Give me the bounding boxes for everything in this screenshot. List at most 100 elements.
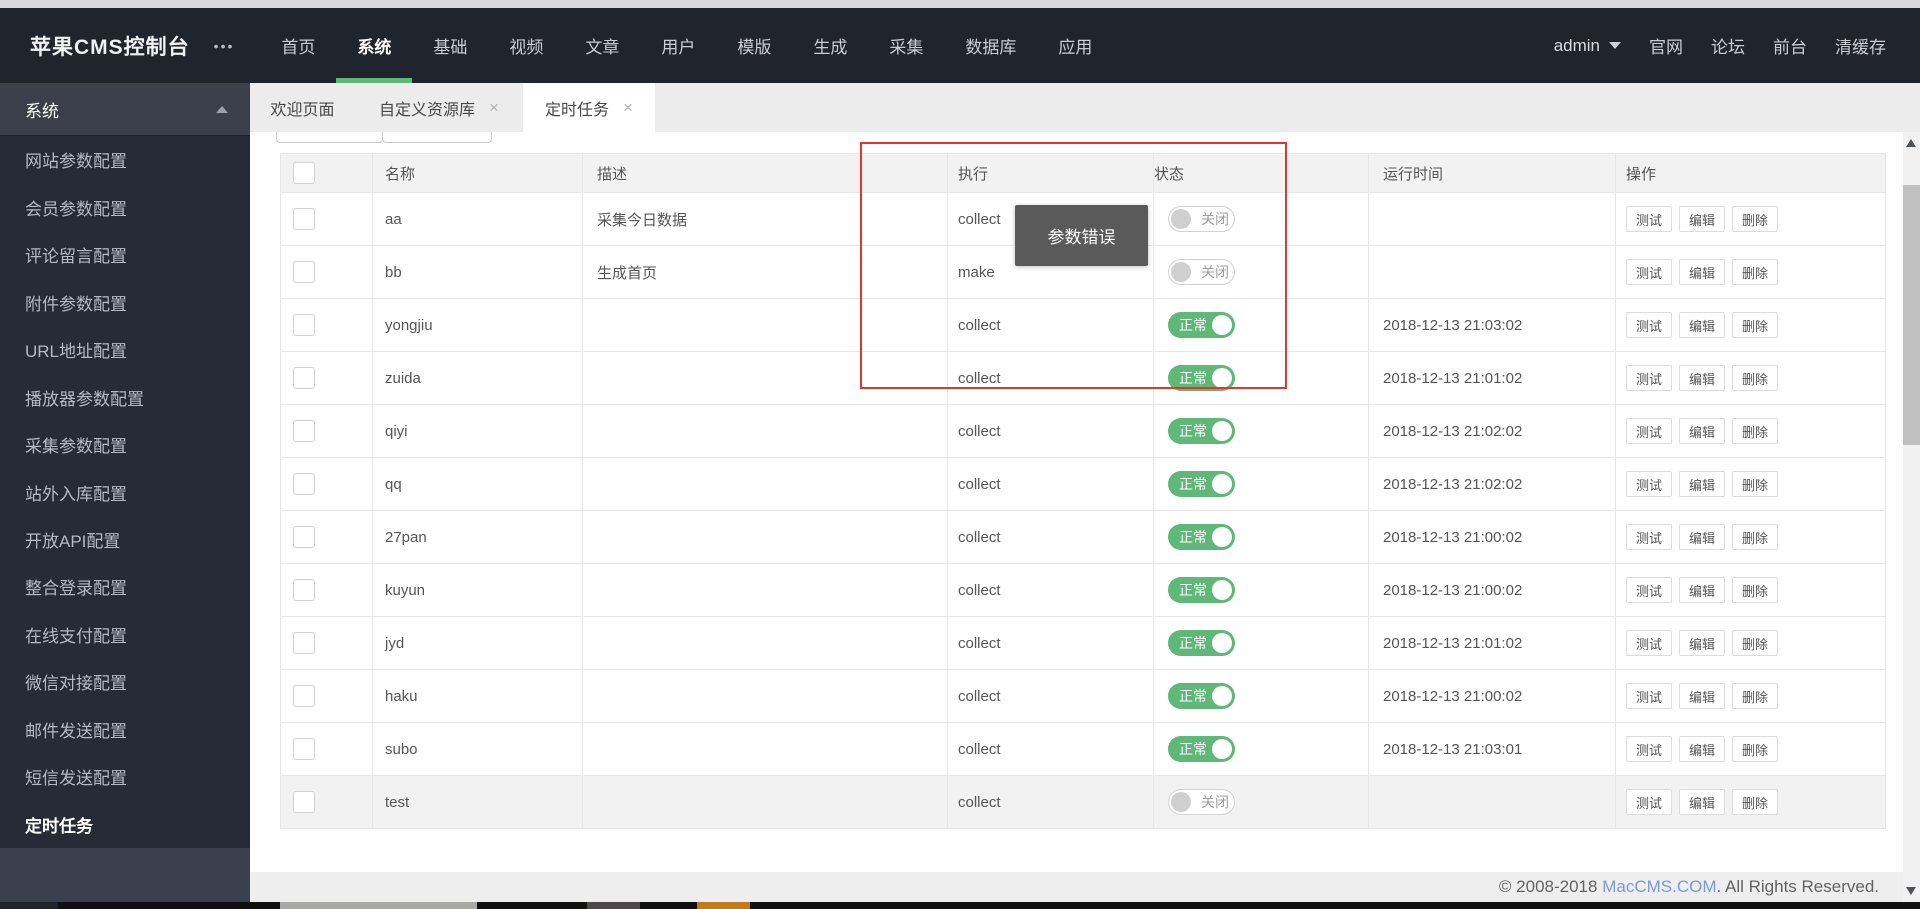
- status-toggle[interactable]: 正常: [1168, 577, 1235, 603]
- edit-button[interactable]: 编辑: [1679, 312, 1725, 338]
- delete-button[interactable]: 删除: [1732, 259, 1778, 285]
- edit-button[interactable]: 编辑: [1679, 577, 1725, 603]
- row-checkbox[interactable]: [293, 261, 315, 283]
- status-toggle[interactable]: 正常: [1168, 365, 1235, 391]
- edit-button[interactable]: 编辑: [1679, 630, 1725, 656]
- row-checkbox[interactable]: [293, 208, 315, 230]
- test-button[interactable]: 测试: [1626, 524, 1672, 550]
- delete-button[interactable]: 删除: [1732, 736, 1778, 762]
- delete-button[interactable]: 删除: [1732, 365, 1778, 391]
- sidebar-item-collect-params[interactable]: 采集参数配置: [0, 421, 250, 468]
- nav-item-basic[interactable]: 基础: [412, 8, 488, 83]
- sidebar-item-comment-config[interactable]: 评论留言配置: [0, 231, 250, 278]
- nav-item-user[interactable]: 用户: [640, 8, 716, 83]
- delete-button[interactable]: 删除: [1732, 577, 1778, 603]
- edit-button[interactable]: 编辑: [1679, 789, 1725, 815]
- sidebar-item-oauth-login[interactable]: 整合登录配置: [0, 563, 250, 610]
- status-toggle[interactable]: 正常: [1168, 736, 1235, 762]
- edit-button[interactable]: 编辑: [1679, 736, 1725, 762]
- delete-button[interactable]: 删除: [1732, 789, 1778, 815]
- clipped-toolbar-box-1[interactable]: [276, 132, 383, 143]
- delete-button[interactable]: 删除: [1732, 206, 1778, 232]
- status-toggle[interactable]: 正常: [1168, 312, 1235, 338]
- tab-scheduled-task[interactable]: 定时任务×: [523, 83, 655, 132]
- nav-item-home[interactable]: 首页: [260, 8, 336, 83]
- select-all-checkbox[interactable]: [293, 162, 315, 184]
- nav-item-article[interactable]: 文章: [564, 8, 640, 83]
- scrollbar-thumb[interactable]: [1903, 185, 1920, 445]
- maccms-link[interactable]: MacCMS.COM: [1602, 877, 1716, 897]
- sidebar-item-offsite-db[interactable]: 站外入库配置: [0, 468, 250, 515]
- test-button[interactable]: 测试: [1626, 577, 1672, 603]
- test-button[interactable]: 测试: [1626, 418, 1672, 444]
- row-checkbox[interactable]: [293, 420, 315, 442]
- row-checkbox[interactable]: [293, 632, 315, 654]
- sidebar-item-email-send[interactable]: 邮件发送配置: [0, 706, 250, 753]
- test-button[interactable]: 测试: [1626, 630, 1672, 656]
- delete-button[interactable]: 删除: [1732, 312, 1778, 338]
- test-button[interactable]: 测试: [1626, 312, 1672, 338]
- edit-button[interactable]: 编辑: [1679, 418, 1725, 444]
- tab-custom-resource[interactable]: 自定义资源库×: [355, 83, 523, 132]
- delete-button[interactable]: 删除: [1732, 418, 1778, 444]
- test-button[interactable]: 测试: [1626, 471, 1672, 497]
- test-button[interactable]: 测试: [1626, 259, 1672, 285]
- sidebar-item-attachment-params[interactable]: 附件参数配置: [0, 278, 250, 325]
- topnav-link-official-site[interactable]: 官网: [1649, 33, 1683, 58]
- nav-item-collect[interactable]: 采集: [868, 8, 944, 83]
- row-checkbox[interactable]: [293, 526, 315, 548]
- nav-item-database[interactable]: 数据库: [944, 8, 1037, 83]
- row-checkbox[interactable]: [293, 579, 315, 601]
- delete-button[interactable]: 删除: [1732, 630, 1778, 656]
- topnav-link-clear-cache[interactable]: 清缓存: [1835, 33, 1886, 58]
- edit-button[interactable]: 编辑: [1679, 683, 1725, 709]
- status-toggle[interactable]: 关闭: [1168, 259, 1235, 285]
- delete-button[interactable]: 删除: [1732, 683, 1778, 709]
- test-button[interactable]: 测试: [1626, 365, 1672, 391]
- delete-button[interactable]: 删除: [1732, 471, 1778, 497]
- scroll-down-arrow-icon[interactable]: [1906, 887, 1916, 895]
- tab-welcome[interactable]: 欢迎页面: [250, 83, 355, 132]
- row-checkbox[interactable]: [293, 314, 315, 336]
- row-checkbox[interactable]: [293, 367, 315, 389]
- sidebar-group-system[interactable]: 系统: [0, 83, 250, 136]
- sidebar-item-online-pay[interactable]: 在线支付配置: [0, 611, 250, 658]
- clipped-toolbar-box-2[interactable]: [382, 132, 492, 143]
- sidebar-item-sms-send[interactable]: 短信发送配置: [0, 753, 250, 800]
- sidebar-item-scheduled-tasks[interactable]: 定时任务: [0, 801, 250, 848]
- delete-button[interactable]: 删除: [1732, 524, 1778, 550]
- test-button[interactable]: 测试: [1626, 736, 1672, 762]
- status-toggle[interactable]: 正常: [1168, 418, 1235, 444]
- nav-item-generate[interactable]: 生成: [792, 8, 868, 83]
- test-button[interactable]: 测试: [1626, 206, 1672, 232]
- status-toggle[interactable]: 关闭: [1168, 206, 1235, 232]
- sidebar-item-url-config[interactable]: URL地址配置: [0, 326, 250, 373]
- row-checkbox[interactable]: [293, 473, 315, 495]
- topnav-link-forum[interactable]: 论坛: [1711, 33, 1745, 58]
- topnav-link-frontend[interactable]: 前台: [1773, 33, 1807, 58]
- row-checkbox[interactable]: [293, 685, 315, 707]
- test-button[interactable]: 测试: [1626, 683, 1672, 709]
- sidebar-item-wechat-connect[interactable]: 微信对接配置: [0, 658, 250, 705]
- status-toggle[interactable]: 正常: [1168, 471, 1235, 497]
- row-checkbox[interactable]: [293, 791, 315, 813]
- nav-item-video[interactable]: 视频: [488, 8, 564, 83]
- more-icon[interactable]: •••: [214, 38, 235, 54]
- admin-dropdown[interactable]: admin: [1554, 36, 1621, 56]
- scroll-up-arrow-icon[interactable]: [1906, 139, 1916, 147]
- nav-item-app[interactable]: 应用: [1037, 8, 1113, 83]
- edit-button[interactable]: 编辑: [1679, 365, 1725, 391]
- edit-button[interactable]: 编辑: [1679, 259, 1725, 285]
- edit-button[interactable]: 编辑: [1679, 471, 1725, 497]
- row-checkbox[interactable]: [293, 738, 315, 760]
- close-icon[interactable]: ×: [489, 98, 499, 118]
- nav-item-system[interactable]: 系统: [336, 8, 412, 83]
- status-toggle[interactable]: 关闭: [1168, 789, 1235, 815]
- status-toggle[interactable]: 正常: [1168, 524, 1235, 550]
- edit-button[interactable]: 编辑: [1679, 206, 1725, 232]
- sidebar-item-open-api[interactable]: 开放API配置: [0, 516, 250, 563]
- sidebar-item-player-params[interactable]: 播放器参数配置: [0, 373, 250, 420]
- close-icon[interactable]: ×: [623, 98, 633, 118]
- sidebar-item-member-params[interactable]: 会员参数配置: [0, 183, 250, 230]
- edit-button[interactable]: 编辑: [1679, 524, 1725, 550]
